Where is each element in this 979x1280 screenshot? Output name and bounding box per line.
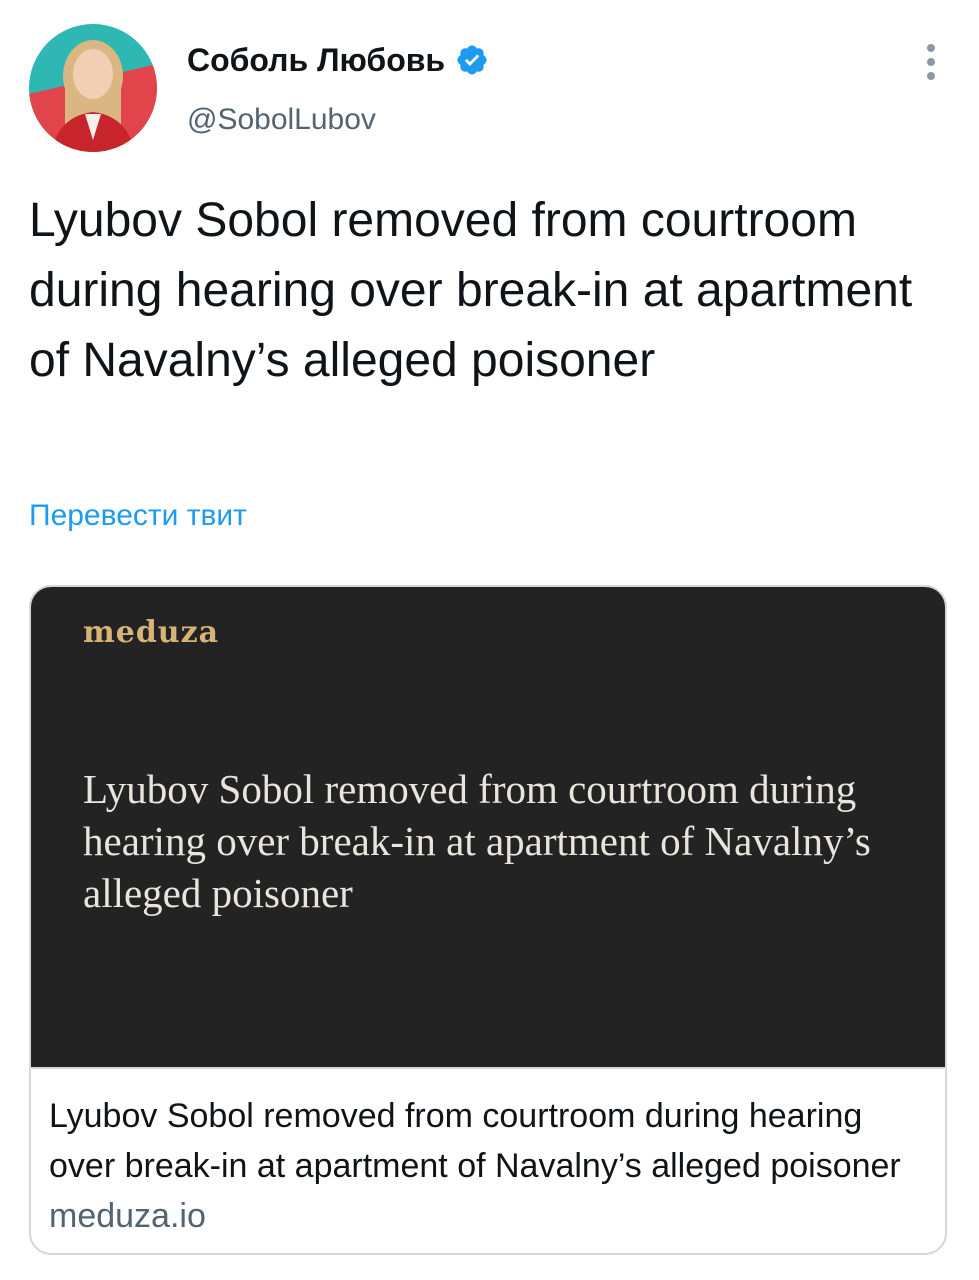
meduza-logo: meduza bbox=[83, 615, 220, 650]
tweet-text: Lyubov Sobol removed from courtroom duri… bbox=[29, 194, 913, 387]
translate-tweet-link[interactable]: Перевести твит bbox=[29, 496, 247, 536]
card-domain: meduza.io bbox=[49, 1197, 206, 1235]
more-dot bbox=[927, 44, 935, 52]
more-dot bbox=[927, 58, 935, 66]
author-handle[interactable]: @SobolLubov bbox=[187, 100, 376, 140]
verified-badge-icon bbox=[455, 43, 489, 77]
card-text-block: Lyubov Sobol removed from courtroom duri… bbox=[31, 1069, 945, 1241]
more-options-icon[interactable] bbox=[916, 40, 946, 84]
author-name-text: Соболь Любовь bbox=[187, 42, 446, 78]
author-display-name[interactable]: Соболь Любовь bbox=[187, 38, 489, 82]
card-title: Lyubov Sobol removed from courtroom duri… bbox=[49, 1097, 901, 1185]
author-avatar[interactable] bbox=[29, 24, 157, 152]
card-image: meduza Lyubov Sobol removed from courtro… bbox=[31, 587, 945, 1069]
more-dot bbox=[927, 72, 935, 80]
card-image-headline: Lyubov Sobol removed from courtroom duri… bbox=[83, 766, 871, 916]
link-preview-card[interactable]: meduza Lyubov Sobol removed from courtro… bbox=[29, 585, 947, 1255]
